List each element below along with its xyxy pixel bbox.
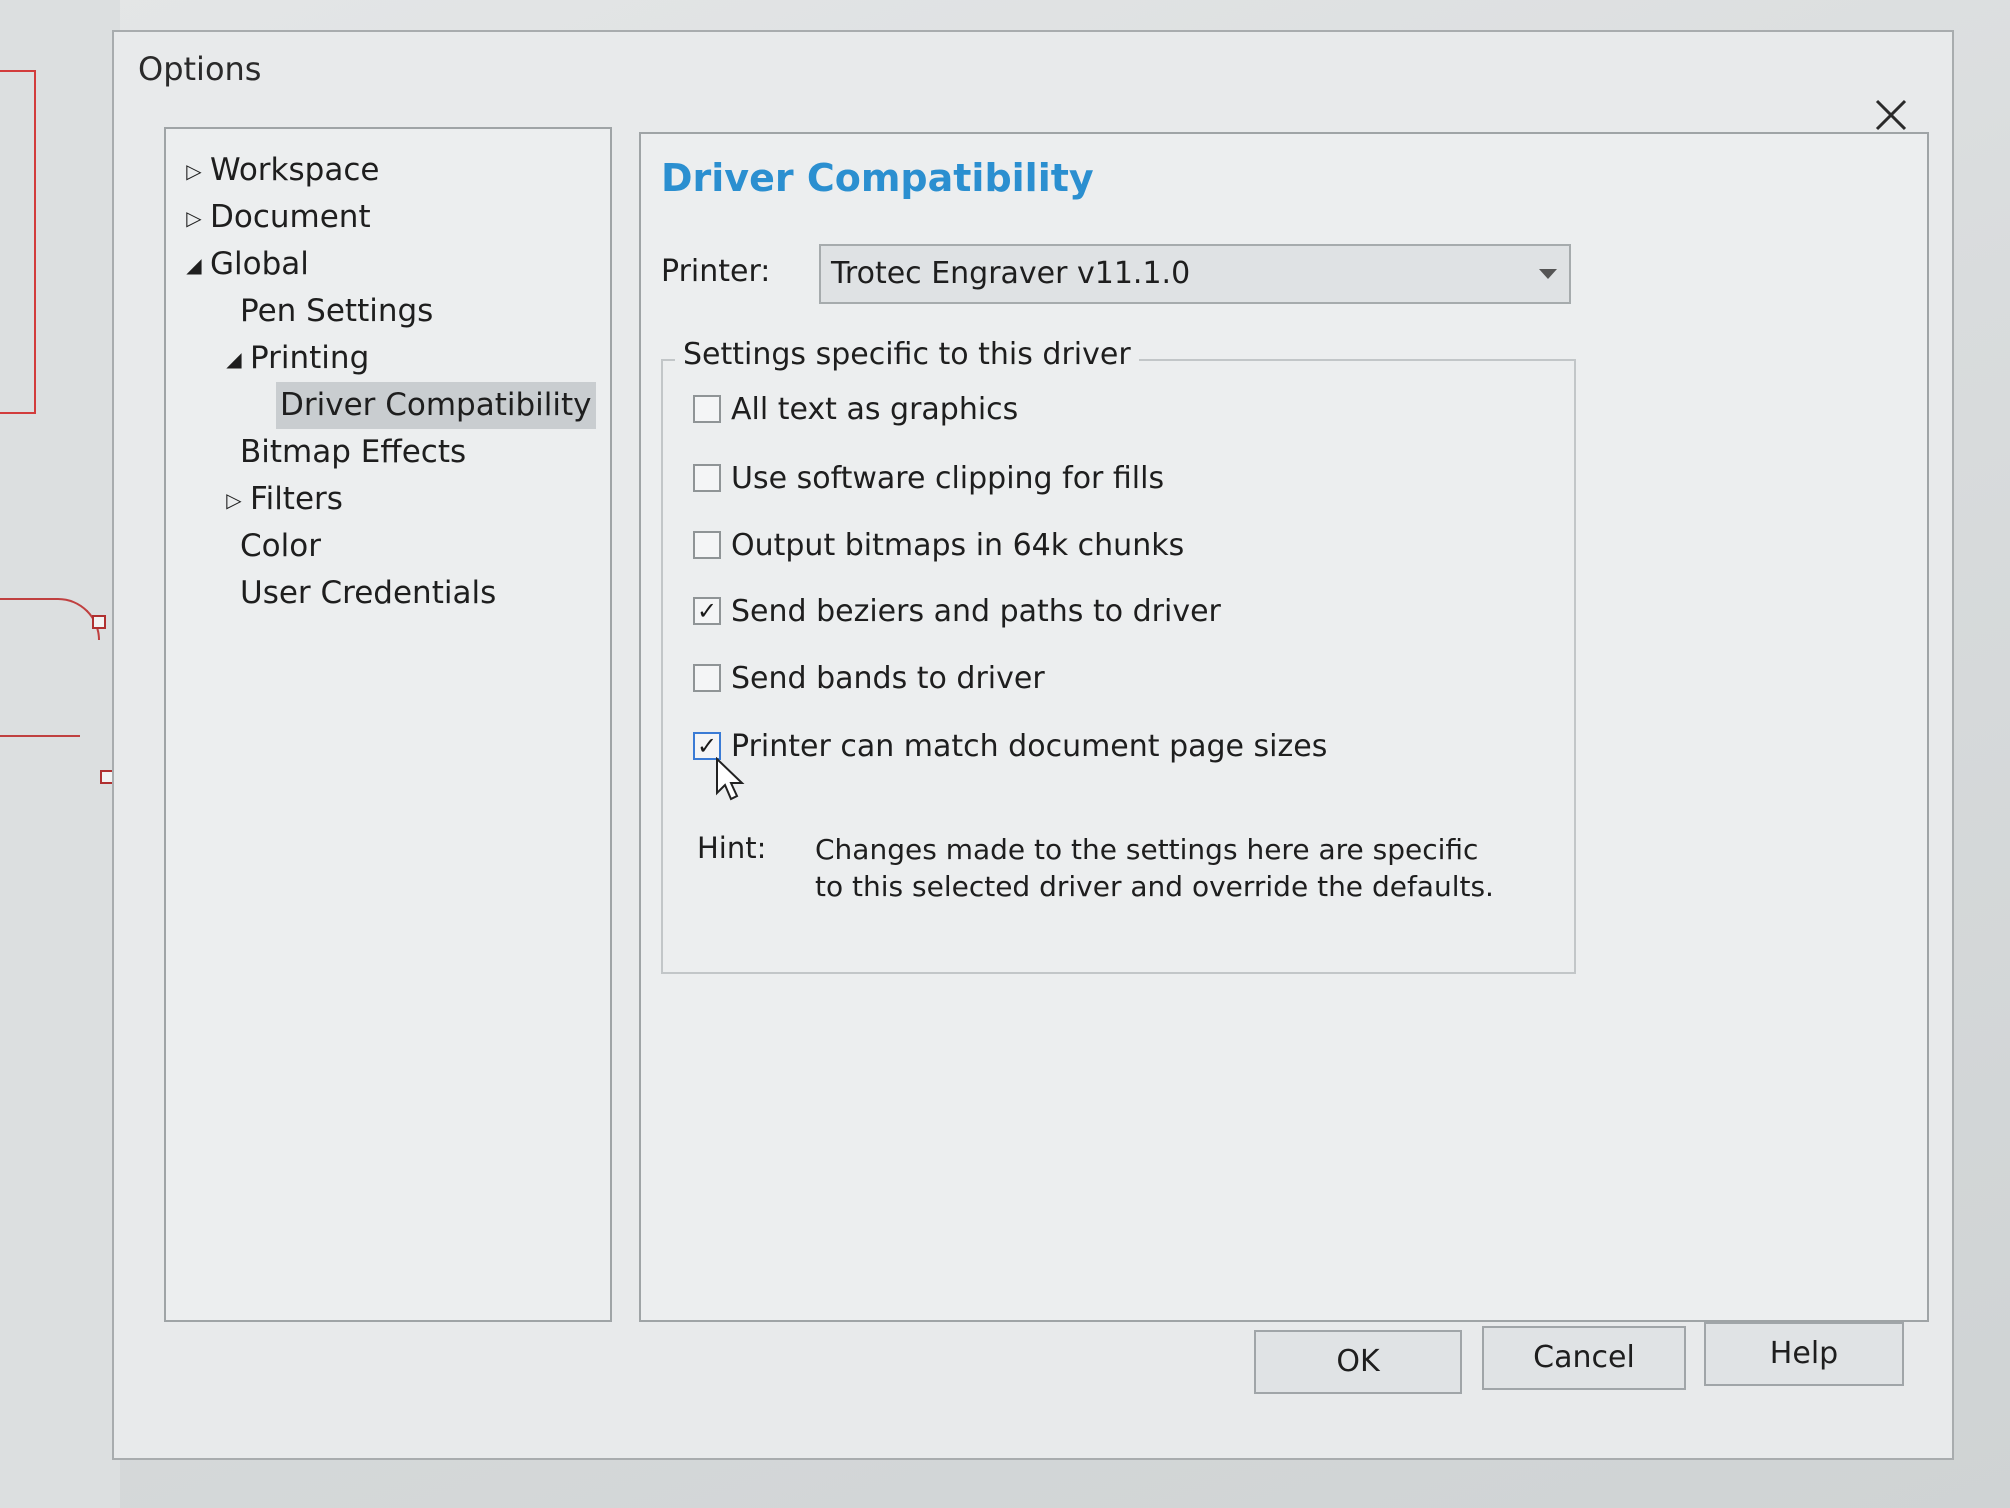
hint-label: Hint:	[697, 831, 767, 865]
option-label: Use software clipping for fills	[731, 460, 1165, 496]
option-software-clipping[interactable]: Use software clipping for fills	[693, 458, 1164, 498]
collapse-arrow-icon[interactable]: ◢	[222, 336, 246, 383]
tree-item-global[interactable]: ◢ Global	[166, 241, 610, 288]
curve-node	[92, 615, 106, 629]
options-dialog: Options ▷ Workspace ▷ Document ◢ Global Pen…	[112, 30, 1954, 1460]
tree-item-bitmap-effects[interactable]: Bitmap Effects	[166, 429, 610, 476]
help-button[interactable]: Help	[1704, 1322, 1904, 1386]
chevron-down-icon[interactable]	[1535, 246, 1561, 302]
checkbox[interactable]	[693, 395, 721, 423]
cancel-button[interactable]: Cancel	[1482, 1326, 1686, 1390]
dialog-title: Options	[138, 50, 262, 88]
tree-item-label: Global	[210, 246, 309, 282]
printer-label: Printer:	[661, 254, 771, 289]
tree-item-label: Document	[210, 199, 371, 235]
tree-item-workspace[interactable]: ▷ Workspace	[166, 147, 610, 194]
option-send-bands[interactable]: Send bands to driver	[693, 658, 1045, 698]
tree-item-color[interactable]: Color	[166, 523, 610, 570]
option-label: Send beziers and paths to driver	[731, 593, 1221, 629]
expand-arrow-icon[interactable]: ▷	[182, 195, 206, 242]
checkbox[interactable]	[693, 464, 721, 492]
page-title: Driver Compatibility	[661, 156, 1094, 200]
option-label: Printer can match document page sizes	[731, 728, 1328, 764]
close-icon	[1875, 99, 1907, 131]
expand-arrow-icon[interactable]: ▷	[222, 477, 246, 524]
tree-item-document[interactable]: ▷ Document	[166, 194, 610, 241]
tree-item-user-credentials[interactable]: User Credentials	[166, 570, 610, 617]
collapse-arrow-icon[interactable]: ◢	[182, 242, 206, 289]
background-curve	[0, 598, 100, 640]
screen: Options ▷ Workspace ▷ Document ◢ Global Pen…	[0, 0, 2010, 1508]
option-match-page-sizes[interactable]: ✓ Printer can match document page sizes	[693, 726, 1327, 766]
checkbox-checked[interactable]: ✓	[693, 732, 721, 760]
option-bitmaps-64k[interactable]: Output bitmaps in 64k chunks	[693, 525, 1184, 565]
tree-item-label: Pen Settings	[240, 293, 434, 329]
tree-item-label: Filters	[250, 481, 343, 517]
tree-item-label: User Credentials	[240, 575, 497, 611]
tree-item-driver-compatibility[interactable]: Driver Compatibility	[166, 382, 610, 429]
tree-item-label: Driver Compatibility	[276, 382, 596, 429]
tree-item-printing[interactable]: ◢ Printing	[166, 335, 610, 382]
background-curve	[0, 735, 80, 827]
driver-settings-group: Settings specific to this driver All tex…	[661, 337, 1576, 974]
expand-arrow-icon[interactable]: ▷	[182, 148, 206, 195]
checkbox[interactable]	[693, 664, 721, 692]
hint-text: Changes made to the settings here are sp…	[815, 833, 1494, 903]
options-tree: ▷ Workspace ▷ Document ◢ Global Pen Setting…	[164, 127, 612, 1322]
option-label: Send bands to driver	[731, 660, 1045, 696]
option-label: All text as graphics	[731, 391, 1019, 427]
option-label: Output bitmaps in 64k chunks	[731, 527, 1185, 563]
printer-select[interactable]: Trotec Engraver v11.1.0	[819, 244, 1571, 304]
page-border	[0, 70, 36, 414]
tree-item-label: Workspace	[210, 152, 380, 188]
ok-button[interactable]: OK	[1254, 1330, 1462, 1394]
tree-item-pen-settings[interactable]: Pen Settings	[166, 288, 610, 335]
group-legend: Settings specific to this driver	[675, 337, 1139, 372]
tree-item-label: Bitmap Effects	[240, 434, 467, 470]
checkmark-icon: ✓	[696, 597, 718, 625]
checkmark-icon: ✓	[696, 732, 718, 760]
mouse-pointer-icon	[716, 757, 745, 801]
checkbox[interactable]	[693, 531, 721, 559]
option-all-text-as-graphics[interactable]: All text as graphics	[693, 389, 1018, 429]
option-send-beziers[interactable]: ✓ Send beziers and paths to driver	[693, 591, 1221, 631]
checkbox-checked[interactable]: ✓	[693, 597, 721, 625]
background-canvas	[0, 0, 120, 1508]
tree-item-label: Printing	[250, 340, 370, 376]
printer-select-value: Trotec Engraver v11.1.0	[831, 256, 1191, 291]
tree-item-label: Color	[240, 528, 321, 564]
driver-compatibility-panel: Driver Compatibility Printer: Trotec Eng…	[639, 132, 1929, 1322]
tree-item-filters[interactable]: ▷ Filters	[166, 476, 610, 523]
